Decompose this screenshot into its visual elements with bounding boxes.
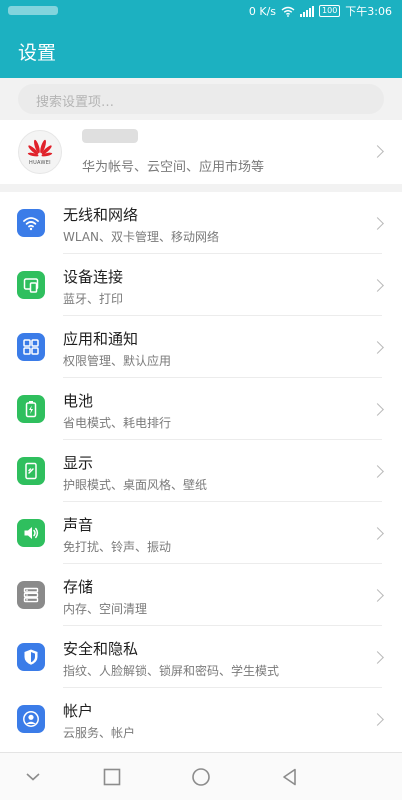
chevron-right-icon [371,217,384,230]
settings-item-device-connection[interactable]: 设备连接 蓝牙、打印 [0,254,402,316]
brand-label: HUAWEI [29,160,51,166]
storage-icon [17,581,45,609]
settings-item-sound[interactable]: 声音 免打扰、铃声、振动 [0,502,402,564]
page-title: 设置 [18,42,57,64]
square-icon [103,768,121,786]
settings-item-subtitle: 免打扰、铃声、振动 [63,540,172,554]
battery-icon [17,395,45,423]
settings-item-security-privacy[interactable]: 安全和隐私 指纹、人脸解锁、锁屏和密码、学生模式 [0,626,402,688]
settings-item-title: 存储 [63,578,94,596]
settings-item-title: 帐户 [63,702,94,720]
settings-item-accounts[interactable]: 帐户 云服务、帐户 [0,688,402,750]
settings-item-subtitle: 护眼模式、桌面风格、壁纸 [63,478,208,492]
chevron-down-icon [26,773,40,781]
settings-item-subtitle: 指纹、人脸解锁、锁屏和密码、学生模式 [63,664,280,678]
settings-item-title: 无线和网络 [63,206,139,224]
search-placeholder: 搜索设置项… [36,95,115,110]
settings-item-subtitle: WLAN、双卡管理、移动网络 [63,230,220,244]
settings-item-subtitle: 省电模式、耗电排行 [63,416,172,430]
settings-item-subtitle: 云服务、帐户 [63,726,136,740]
settings-item-wireless[interactable]: 无线和网络 WLAN、双卡管理、移动网络 [0,192,402,254]
huawei-logo-icon [27,139,53,157]
signal-icon [300,5,315,17]
device-connection-icon [17,271,45,299]
settings-item-title: 显示 [63,454,94,472]
wifi-status-icon [281,6,295,17]
display-icon [17,457,45,485]
settings-item-storage[interactable]: 存储 内存、空间清理 [0,564,402,626]
huawei-logo-avatar: HUAWEI [18,130,62,174]
settings-item-title: 安全和隐私 [63,640,139,658]
chevron-right-icon [371,713,384,726]
clock: 下午3:06 [345,5,392,18]
app-bar: 设置 [0,22,402,78]
chevron-right-icon [371,403,384,416]
settings-item-display[interactable]: 显示 护眼模式、桌面风格、壁纸 [0,440,402,502]
recent-apps-button[interactable] [100,765,124,789]
chevron-right-icon [371,651,384,664]
battery-status: 100 [319,5,341,17]
apps-grid-icon [17,333,45,361]
shield-icon [17,643,45,671]
settings-item-apps-notifications[interactable]: 应用和通知 权限管理、默认应用 [0,316,402,378]
chevron-right-icon [371,341,384,354]
back-button[interactable] [278,765,302,789]
circle-icon [192,768,210,786]
status-bar: 0 K/s 100 下午3:06 [0,0,402,22]
settings-item-subtitle: 内存、空间清理 [63,602,148,616]
settings-item-title: 电池 [63,392,94,410]
settings-item-battery[interactable]: 电池 省电模式、耗电排行 [0,378,402,440]
network-speed: 0 K/s [248,4,277,18]
settings-item-subtitle: 权限管理、默认应用 [63,354,172,368]
triangle-back-icon [283,768,296,786]
chevron-right-icon [371,589,384,602]
search-bar[interactable]: 搜索设置项… [18,84,384,114]
chevron-right-icon [371,145,384,158]
chevron-right-icon [371,465,384,478]
settings-item-title: 设备连接 [63,268,124,286]
navigation-bar [0,752,402,800]
status-indicators: 0 K/s 100 下午3:06 [249,3,392,19]
settings-item-title: 声音 [63,516,94,534]
speaker-icon [17,519,45,547]
settings-item-subtitle: 蓝牙、打印 [63,292,124,306]
chevron-right-icon [371,279,384,292]
settings-list: 无线和网络 WLAN、双卡管理、移动网络 设备连接 蓝牙、打印 应用和通知 权限… [0,192,402,752]
account-name [82,129,138,143]
wifi-icon [17,209,45,237]
chevron-right-icon [371,527,384,540]
home-button[interactable] [189,765,213,789]
notification-area [8,6,58,15]
collapse-nav-button[interactable] [21,765,45,789]
account-row[interactable]: HUAWEI 华为帐号、云空间、应用市场等 [0,120,402,184]
account-icon [17,705,45,733]
settings-item-title: 应用和通知 [63,330,139,348]
account-subtitle: 华为帐号、云空间、应用市场等 [82,160,265,175]
